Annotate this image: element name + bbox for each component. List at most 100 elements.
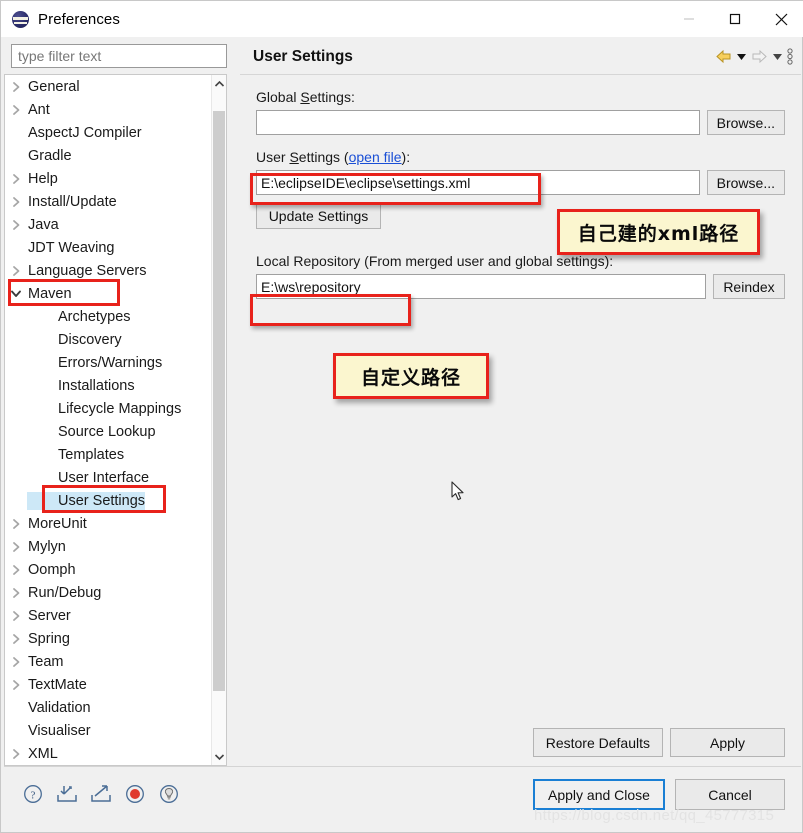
window-title: Preferences bbox=[38, 10, 120, 28]
tree-item-source-lookup[interactable]: Source Lookup bbox=[5, 420, 212, 443]
import-icon[interactable] bbox=[56, 783, 78, 805]
tree-item-label: Maven bbox=[28, 285, 72, 302]
cancel-button[interactable]: Cancel bbox=[675, 779, 785, 810]
update-settings-button[interactable]: Update Settings bbox=[256, 203, 381, 229]
user-settings-row: E:\eclipseIDE\eclipse\settings.xml Brows… bbox=[256, 170, 785, 195]
chevron-right-icon[interactable] bbox=[5, 587, 27, 599]
tree-item-discovery[interactable]: Discovery bbox=[5, 328, 212, 351]
window-titlebar: Preferences bbox=[1, 1, 803, 37]
chevron-right-icon[interactable] bbox=[5, 81, 27, 93]
chevron-right-icon[interactable] bbox=[5, 633, 27, 645]
restore-defaults-button[interactable]: Restore Defaults bbox=[532, 728, 663, 757]
maximize-button[interactable] bbox=[712, 1, 758, 37]
tree-item-mylyn[interactable]: Mylyn bbox=[5, 535, 212, 558]
back-dropdown-chevron-down-icon[interactable] bbox=[737, 46, 746, 68]
tree-item-language-servers[interactable]: Language Servers bbox=[5, 259, 212, 282]
chevron-right-icon[interactable] bbox=[5, 748, 27, 760]
preference-tree[interactable]: General Ant AspectJ Compiler Gradle Help Inst… bbox=[5, 75, 212, 765]
preferences-dialog: Preferences type filter text General Ant A… bbox=[0, 0, 803, 833]
apply-button[interactable]: Apply bbox=[670, 728, 785, 757]
pane-action-row: Restore Defaults Apply bbox=[532, 728, 785, 757]
user-settings-label-prefix: User Settings ( bbox=[256, 149, 349, 165]
tree-item-errors-warnings[interactable]: Errors/Warnings bbox=[5, 351, 212, 374]
chevron-right-icon[interactable] bbox=[5, 610, 27, 622]
tree-scrollbar-thumb[interactable] bbox=[213, 111, 225, 691]
tree-item-installations[interactable]: Installations bbox=[5, 374, 212, 397]
tree-item-label: General bbox=[28, 78, 80, 95]
scroll-up-arrow-icon[interactable] bbox=[212, 75, 226, 92]
tree-item-label: Help bbox=[28, 170, 58, 187]
tip-lightbulb-icon[interactable] bbox=[158, 783, 180, 805]
chevron-right-icon[interactable] bbox=[5, 518, 27, 530]
tree-item-jdt-weaving[interactable]: JDT Weaving bbox=[5, 236, 212, 259]
tree-item-run-debug[interactable]: Run/Debug bbox=[5, 581, 212, 604]
chevron-right-icon[interactable] bbox=[5, 265, 27, 277]
forward-arrow-icon[interactable] bbox=[751, 46, 768, 68]
open-file-link[interactable]: open file bbox=[349, 149, 402, 165]
tree-item-label: Server bbox=[28, 607, 71, 624]
chevron-right-icon[interactable] bbox=[5, 219, 27, 231]
tree-item-label: Source Lookup bbox=[58, 423, 156, 440]
local-repository-row: E:\ws\repository Reindex bbox=[256, 274, 785, 299]
tree-item-general[interactable]: General bbox=[5, 75, 212, 98]
minimize-button[interactable] bbox=[666, 1, 712, 37]
global-settings-row: Browse... bbox=[256, 110, 785, 135]
tree-item-oomph[interactable]: Oomph bbox=[5, 558, 212, 581]
tree-item-label: Team bbox=[28, 653, 64, 670]
filter-input[interactable]: type filter text bbox=[11, 44, 227, 68]
scroll-down-arrow-icon[interactable] bbox=[212, 748, 226, 765]
global-settings-label: Global Settings: bbox=[256, 89, 355, 105]
tree-item-textmate[interactable]: TextMate bbox=[5, 673, 212, 696]
user-settings-input[interactable]: E:\eclipseIDE\eclipse\settings.xml bbox=[256, 170, 700, 195]
tree-item-user-interface[interactable]: User Interface bbox=[5, 466, 212, 489]
close-button[interactable] bbox=[758, 1, 803, 37]
tree-item-server[interactable]: Server bbox=[5, 604, 212, 627]
chevron-right-icon[interactable] bbox=[5, 679, 27, 691]
back-arrow-icon[interactable] bbox=[715, 46, 732, 68]
window-controls bbox=[666, 1, 803, 37]
tree-scrollbar[interactable] bbox=[211, 75, 226, 765]
chevron-right-icon[interactable] bbox=[5, 564, 27, 576]
apply-and-close-button[interactable]: Apply and Close bbox=[533, 779, 665, 810]
export-icon[interactable] bbox=[90, 783, 112, 805]
pane-body: Global Settings: Browse... User Settings… bbox=[240, 89, 801, 299]
user-settings-browse-button[interactable]: Browse... bbox=[706, 170, 785, 195]
forward-dropdown-chevron-down-icon[interactable] bbox=[773, 46, 782, 68]
chevron-down-icon[interactable] bbox=[5, 289, 27, 298]
filter-placeholder: type filter text bbox=[18, 48, 102, 64]
tree-item-team[interactable]: Team bbox=[5, 650, 212, 673]
help-icon[interactable]: ? bbox=[22, 783, 44, 805]
tree-item-maven[interactable]: Maven bbox=[5, 282, 212, 305]
tree-item-templates[interactable]: Templates bbox=[5, 443, 212, 466]
tree-item-help[interactable]: Help bbox=[5, 167, 212, 190]
tree-item-label: AspectJ Compiler bbox=[28, 124, 142, 141]
tree-item-ant[interactable]: Ant bbox=[5, 98, 212, 121]
tree-item-gradle[interactable]: Gradle bbox=[5, 144, 212, 167]
record-icon[interactable] bbox=[124, 783, 146, 805]
vertical-dots-icon[interactable] bbox=[787, 46, 793, 68]
tree-item-spring[interactable]: Spring bbox=[5, 627, 212, 650]
chevron-right-icon[interactable] bbox=[5, 104, 27, 116]
tree-item-lifecycle-mappings[interactable]: Lifecycle Mappings bbox=[5, 397, 212, 420]
chevron-right-icon[interactable] bbox=[5, 656, 27, 668]
tree-item-moreunit[interactable]: MoreUnit bbox=[5, 512, 212, 535]
tree-item-java[interactable]: Java bbox=[5, 213, 212, 236]
tree-item-install-update[interactable]: Install/Update bbox=[5, 190, 212, 213]
local-repository-input[interactable]: E:\ws\repository bbox=[256, 274, 706, 299]
tree-item-label: Run/Debug bbox=[28, 584, 102, 601]
chevron-right-icon[interactable] bbox=[5, 541, 27, 553]
tree-item-xml[interactable]: XML bbox=[5, 742, 212, 765]
global-settings-input[interactable] bbox=[256, 110, 700, 135]
tree-item-user-settings[interactable]: User Settings bbox=[5, 489, 212, 512]
tree-item-validation[interactable]: Validation bbox=[5, 696, 212, 719]
reindex-button[interactable]: Reindex bbox=[713, 274, 785, 299]
chevron-right-icon[interactable] bbox=[5, 173, 27, 185]
tree-item-archetypes[interactable]: Archetypes bbox=[5, 305, 212, 328]
global-settings-browse-button[interactable]: Browse... bbox=[706, 110, 785, 135]
chevron-right-icon[interactable] bbox=[5, 196, 27, 208]
dialog-footer: ? Apply and Close Cancel bbox=[4, 766, 801, 829]
tree-item-visualiser[interactable]: Visualiser bbox=[5, 719, 212, 742]
tree-item-label: Lifecycle Mappings bbox=[58, 400, 182, 417]
tree-item-label: Visualiser bbox=[28, 722, 91, 739]
tree-item-aspectj-compiler[interactable]: AspectJ Compiler bbox=[5, 121, 212, 144]
